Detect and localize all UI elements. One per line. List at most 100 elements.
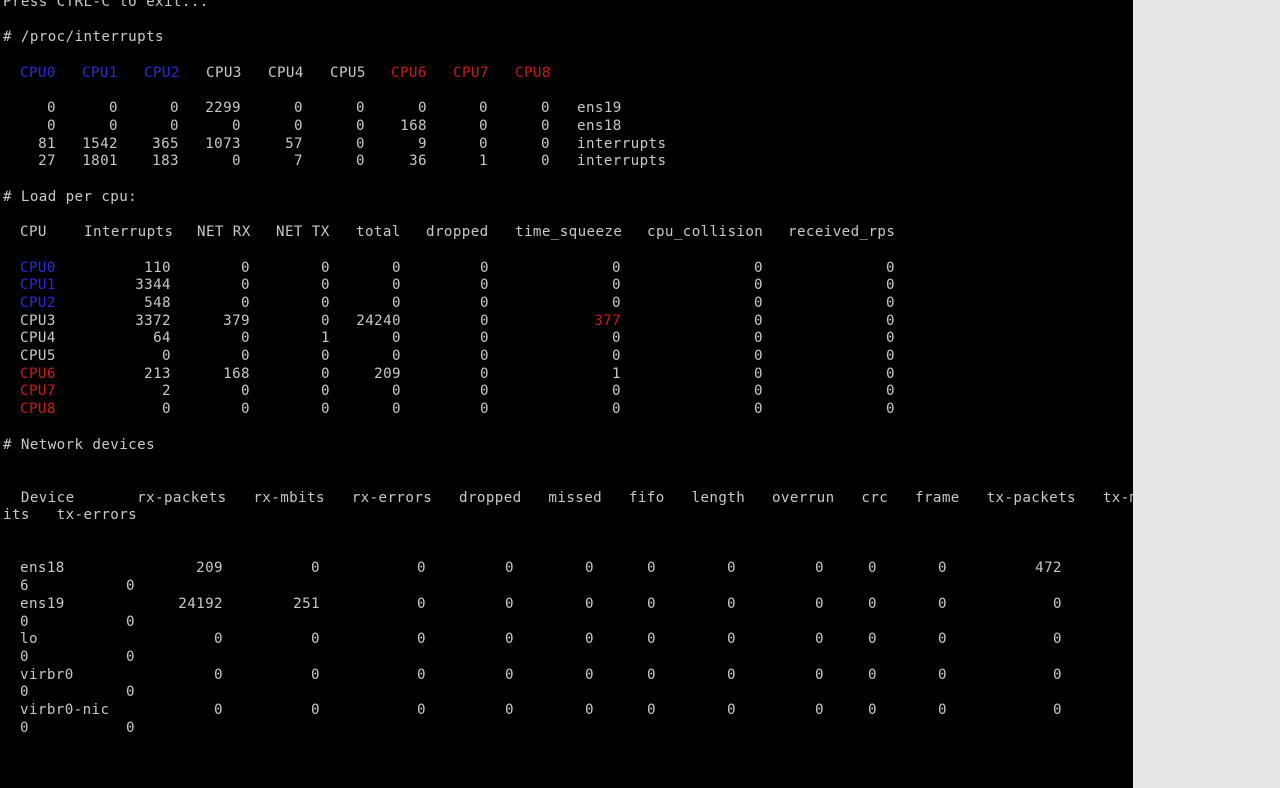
device-stat: 0 — [815, 595, 824, 612]
interrupt-count: 183 — [152, 153, 179, 170]
interrupt-count: 0 — [232, 117, 241, 134]
interrupt-count: 27 — [38, 153, 56, 170]
load-value: 0 — [754, 330, 763, 347]
interrupt-source: ens18 — [577, 117, 622, 134]
device-stat: 0 — [868, 560, 877, 577]
interrupt-count: 0 — [356, 153, 365, 170]
load-value: 3344 — [135, 277, 171, 294]
interrupt-source: ens19 — [577, 100, 622, 117]
load-value: 0 — [612, 259, 621, 276]
device-stat: 0 — [214, 631, 223, 648]
load-value: 209 — [374, 365, 401, 382]
device-stat-wrapped: 0 — [126, 578, 135, 595]
interrupt-cpu-header: CPU3 — [206, 64, 242, 81]
device-stat: 0 — [938, 702, 947, 718]
load-value: 0 — [480, 383, 489, 400]
interrupt-count: 81 — [38, 135, 56, 152]
device-stat-wrapped: 0 — [20, 613, 29, 630]
load-value: 0 — [241, 277, 250, 294]
device-stat: 209 — [196, 560, 223, 577]
interrupt-count: 57 — [285, 135, 303, 152]
interrupt-cpu-header: CPU2 — [144, 64, 180, 81]
interrupt-count: 168 — [400, 117, 427, 134]
load-value: 0 — [886, 277, 895, 294]
device-stat-wrapped: 0 — [126, 719, 135, 736]
load-value: 0 — [886, 312, 895, 329]
load-cpu-label: CPU0 — [20, 259, 56, 276]
interrupt-cpu-header: CPU7 — [453, 64, 489, 81]
interrupt-count: 0 — [479, 135, 488, 152]
device-stat: 251 — [293, 595, 320, 612]
load-value: 0 — [480, 348, 489, 364]
interrupt-count: 0 — [418, 100, 427, 117]
load-value: 0 — [162, 348, 171, 364]
device-stat: 0 — [585, 595, 594, 612]
load-value: 0 — [754, 294, 763, 311]
load-value: 0 — [754, 348, 763, 364]
device-stat: 0 — [1053, 631, 1062, 648]
interrupt-count: 0 — [109, 100, 118, 117]
device-stat: 0 — [727, 666, 736, 683]
device-stat-wrapped: 0 — [20, 684, 29, 701]
device-stat: 0 — [585, 560, 594, 577]
device-stat: 0 — [1053, 666, 1062, 683]
interrupt-count: 0 — [232, 153, 241, 170]
device-stat: 0 — [585, 666, 594, 683]
load-value: 0 — [321, 312, 330, 329]
load-column-header: NET RX — [197, 224, 251, 241]
load-cpu-label: CPU7 — [20, 383, 56, 400]
section-title-interrupts: # /proc/interrupts — [3, 29, 164, 46]
interrupt-source: interrupts — [577, 153, 667, 170]
load-cpu-label: CPU1 — [20, 277, 56, 294]
device-stat: 0 — [647, 631, 656, 648]
load-value: 1 — [612, 365, 621, 382]
interrupt-count: 0 — [541, 100, 550, 117]
load-value: 0 — [754, 259, 763, 276]
network-header-line: Device rx-packets rx-mbits rx-errors dro… — [3, 489, 1133, 506]
device-stat: 0 — [505, 666, 514, 683]
load-value: 0 — [162, 401, 171, 418]
load-value: 0 — [392, 330, 401, 347]
device-stat: 0 — [417, 595, 426, 612]
load-value: 0 — [392, 294, 401, 311]
interrupt-count: 0 — [294, 100, 303, 117]
load-column-header: CPU — [20, 224, 47, 241]
load-value: 0 — [241, 401, 250, 418]
device-name: virbr0 — [20, 666, 74, 683]
load-value: 0 — [886, 348, 895, 364]
device-stat: 0 — [868, 666, 877, 683]
interrupt-cpu-header: CPU4 — [268, 64, 304, 81]
load-cpu-label: CPU8 — [20, 401, 56, 418]
load-value: 3372 — [135, 312, 171, 329]
load-value: 0 — [886, 383, 895, 400]
load-value: 377 — [594, 312, 621, 329]
terminal-window[interactable]: Press CTRL-C to exit... # /proc/interrupt… — [0, 0, 1133, 788]
load-column-header: total — [356, 224, 401, 241]
section-title-network: # Network devices — [3, 436, 156, 453]
interrupt-count: 0 — [541, 153, 550, 170]
device-stat: 0 — [647, 666, 656, 683]
interrupt-count: 0 — [356, 117, 365, 134]
load-value: 0 — [754, 365, 763, 382]
interrupt-count: 7 — [294, 153, 303, 170]
desktop-margin — [1133, 0, 1280, 788]
device-stat: 0 — [505, 631, 514, 648]
load-value: 0 — [241, 294, 250, 311]
load-value: 24240 — [356, 312, 401, 329]
interrupt-count: 0 — [170, 100, 179, 117]
load-value: 0 — [321, 348, 330, 364]
device-stat: 0 — [311, 666, 320, 683]
load-value: 548 — [144, 294, 171, 311]
load-value: 0 — [480, 259, 489, 276]
load-value: 0 — [754, 383, 763, 400]
load-value: 0 — [480, 312, 489, 329]
interrupt-cpu-header: CPU1 — [82, 64, 118, 81]
load-value: 168 — [223, 365, 250, 382]
load-value: 0 — [612, 277, 621, 294]
load-value: 0 — [321, 401, 330, 418]
device-stat-wrapped: 0 — [20, 648, 29, 665]
device-stat: 0 — [727, 631, 736, 648]
device-stat: 0 — [311, 702, 320, 718]
load-value: 0 — [886, 259, 895, 276]
interrupt-cpu-header: CPU6 — [391, 64, 427, 81]
